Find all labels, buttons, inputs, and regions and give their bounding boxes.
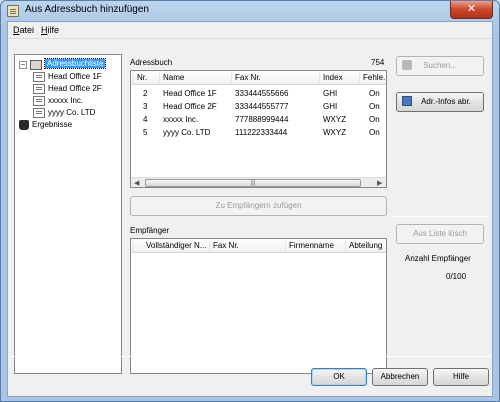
right-separator-top — [392, 216, 488, 217]
address-book-tree[interactable]: − Adressbuchliste Head Office 1F Head Of… — [14, 54, 122, 374]
row-cell: 333444555777 — [235, 102, 289, 111]
row-cell: 2 — [143, 89, 148, 98]
footer-separator — [8, 356, 492, 357]
help-button[interactable]: Hilfe — [433, 368, 489, 386]
address-card-icon — [33, 72, 45, 82]
address-card-icon — [33, 96, 45, 106]
search-button-label: Suchen... — [423, 61, 457, 70]
col-index[interactable]: Index — [319, 73, 359, 85]
tree-item-head-office-1f[interactable]: Head Office 1F — [33, 71, 121, 83]
row-cell: On — [369, 89, 380, 98]
row-cell: xxxxx Inc. — [163, 115, 199, 124]
row-cell: WXYZ — [323, 128, 347, 137]
recipients-list-header: Vollständiger N... Fax Nr. Firmenname Ab… — [131, 239, 386, 253]
address-book-list[interactable]: Nr. Name Fax Nr. Index Fehle... 2 Head O… — [130, 70, 387, 188]
collapse-icon[interactable]: − — [19, 61, 27, 69]
tree-root-label: Adressbuchliste — [43, 58, 107, 69]
tree-item-label: yyyy Co. LTD — [48, 108, 96, 117]
col-fax[interactable]: Fax Nr. — [209, 241, 285, 253]
binoculars-icon — [402, 60, 412, 70]
app-icon — [7, 5, 19, 17]
title-bar[interactable]: Aus Adressbuch hinzufügen ✕ — [1, 1, 499, 21]
recipients-list[interactable]: Vollständiger N... Fax Nr. Firmenname Ab… — [130, 238, 387, 374]
menu-datei-rest: atei — [19, 25, 35, 35]
dialog-client: Datei Hilfe − Adressbuchliste Head Offic… — [7, 21, 493, 397]
ok-button[interactable]: OK — [311, 368, 367, 386]
col-fax[interactable]: Fax Nr. — [231, 73, 311, 85]
menu-datei[interactable]: Datei — [13, 25, 34, 35]
recipient-count-value: 0/100 — [446, 272, 467, 281]
address-card-icon — [33, 108, 45, 118]
tree-item-label: Head Office 2F — [48, 84, 102, 93]
window-title: Aus Adressbuch hinzufügen — [25, 4, 149, 15]
recipients-label: Empfänger — [130, 226, 170, 235]
remove-from-list-button[interactable]: Aus Liste lösch — [396, 224, 484, 244]
menu-bar: Datei Hilfe — [8, 22, 492, 39]
col-nr[interactable]: Nr. — [133, 73, 159, 85]
tree-item-results[interactable]: Ergebnisse — [19, 119, 119, 131]
col-full-name[interactable]: Vollständiger N... — [133, 241, 209, 253]
cancel-button[interactable]: Abbrechen — [372, 368, 428, 386]
col-company[interactable]: Firmenname — [285, 241, 345, 253]
row-cell: 111222333444 — [235, 128, 288, 137]
col-error[interactable]: Fehle... — [359, 73, 386, 85]
row-cell: GHI — [323, 89, 338, 98]
menu-hilfe[interactable]: Hilfe — [41, 25, 59, 35]
address-book-icon — [30, 60, 42, 70]
tree-item-label: Head Office 1F — [48, 72, 102, 81]
tree-root-item[interactable]: − Adressbuchliste — [19, 58, 119, 71]
dialog-window: Aus Adressbuch hinzufügen ✕ Datei Hilfe … — [0, 0, 500, 402]
tree-item-label: Ergebnisse — [32, 120, 73, 129]
row-cell: On — [369, 128, 380, 137]
add-to-recipients-button[interactable]: Zu Empfängern zufügen — [130, 196, 387, 216]
row-cell: 5 — [143, 128, 148, 137]
row-cell: On — [369, 115, 380, 124]
tree-item-label: xxxxx Inc. — [48, 96, 84, 105]
address-info-button[interactable]: Adr.-Infos abr. — [396, 92, 484, 112]
col-name[interactable]: Name — [159, 73, 217, 85]
scroll-left-icon[interactable]: ◀ — [134, 179, 139, 187]
row-cell: 333444555666 — [235, 89, 289, 98]
row-cell: WXYZ — [323, 115, 347, 124]
binoculars-icon — [19, 120, 29, 130]
row-cell: Head Office 1F — [163, 89, 217, 98]
address-book-label: Adressbuch — [130, 58, 173, 67]
row-cell: 3 — [143, 102, 148, 111]
address-info-label: Adr.-Infos abr. — [421, 97, 471, 106]
menu-hilfe-rest: ilfe — [47, 25, 60, 35]
address-list-scrollbar[interactable]: ◀ ||| ▶ — [131, 177, 386, 187]
row-cell: 4 — [143, 115, 148, 124]
tree-item-head-office-2f[interactable]: Head Office 2F — [33, 83, 121, 95]
row-cell: On — [369, 102, 380, 111]
tree-item-yyyy-co-ltd[interactable]: yyyy Co. LTD — [33, 107, 121, 119]
row-cell: 777888999444 — [235, 115, 289, 124]
scroll-right-icon[interactable]: ▶ — [377, 179, 382, 187]
tree-item-xxxxx-inc[interactable]: xxxxx Inc. — [33, 95, 121, 107]
recipient-count-label: Anzahl Empfänger — [405, 254, 471, 263]
row-cell: yyyy Co. LTD — [163, 128, 211, 137]
row-cell: GHI — [323, 102, 338, 111]
address-card-icon — [33, 84, 45, 94]
col-department[interactable]: Abteilung — [345, 241, 386, 253]
address-count: 754 — [371, 58, 385, 67]
scroll-thumb[interactable]: ||| — [145, 179, 361, 187]
address-list-header: Nr. Name Fax Nr. Index Fehle... — [131, 71, 386, 85]
search-button[interactable]: Suchen... — [396, 56, 484, 76]
close-button[interactable]: ✕ — [450, 1, 493, 19]
address-info-icon — [402, 96, 412, 106]
row-cell: Head Office 2F — [163, 102, 217, 111]
